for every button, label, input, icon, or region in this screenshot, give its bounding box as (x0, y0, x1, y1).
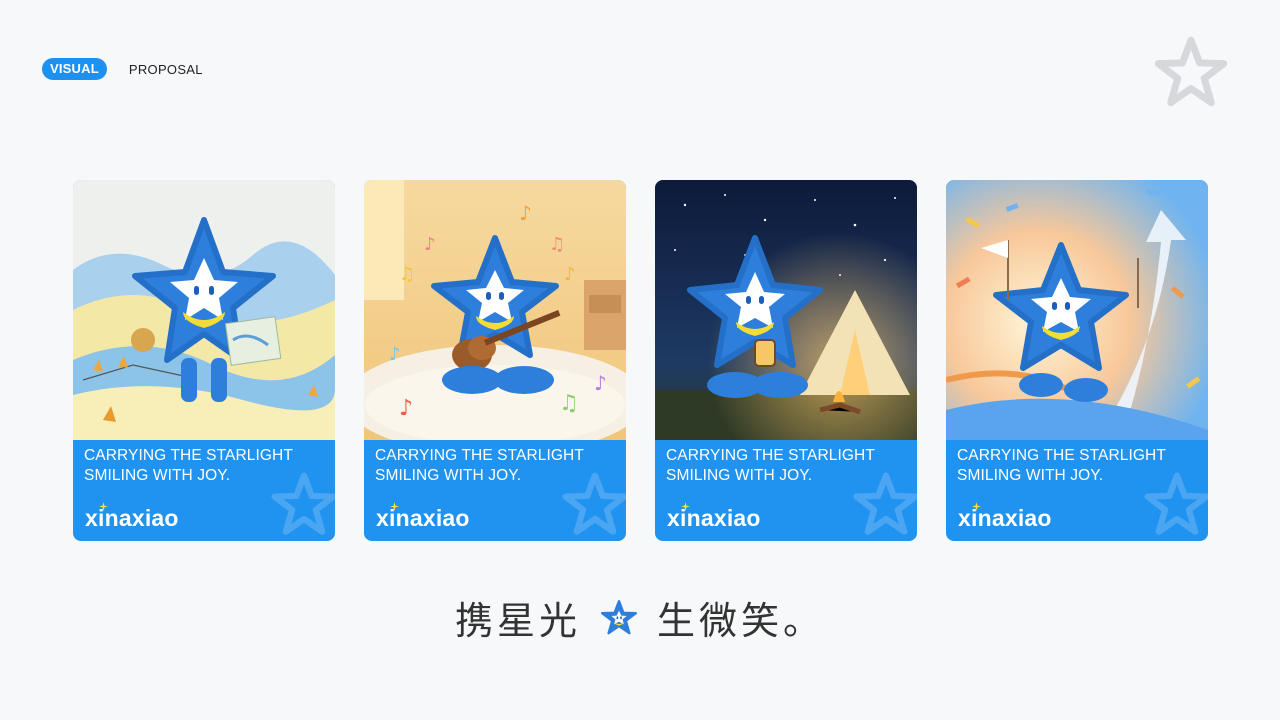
card-ukulele-music[interactable]: ♪ ♫ ♪ ♫ ♪ ♪ ♫ ♪ ♪ CARRYING THE STARLIGHT… (364, 180, 626, 541)
card-illustration (655, 180, 917, 440)
star-watermark-icon (562, 472, 626, 535)
svg-text:♫: ♫ (549, 234, 565, 255)
star-outline-icon (1154, 36, 1228, 107)
star-watermark-icon (853, 472, 917, 535)
sparkle-icon (99, 502, 108, 511)
caption-line-2: SMILING WITH JOY. (666, 467, 813, 484)
card-celebration-run[interactable]: CARRYING THE STARLIGHT SMILING WITH JOY.… (946, 180, 1208, 541)
svg-text:♪: ♪ (519, 201, 532, 225)
slogan: 携星光 生微笑。 (0, 590, 1280, 645)
star-watermark-icon (1144, 472, 1208, 535)
star-watermark-icon (271, 472, 335, 535)
caption-line-2: SMILING WITH JOY. (84, 467, 231, 484)
svg-text:♪: ♪ (424, 234, 436, 255)
caption-line-1: CARRYING THE STARLIGHT (957, 447, 1166, 464)
slogan-left: 携星光 (454, 599, 581, 643)
svg-text:♪: ♪ (389, 344, 401, 365)
svg-text:♪: ♪ (594, 371, 607, 395)
proposal-tag: PROPOSAL (128, 61, 203, 77)
caption-line-2: SMILING WITH JOY. (375, 467, 522, 484)
sparkle-icon (681, 502, 690, 511)
slogan-right: 生微笑。 (657, 599, 826, 643)
card-grid: CARRYING THE STARLIGHT SMILING WITH JOY.… (73, 180, 1208, 541)
card-illustration (946, 180, 1208, 440)
card-night-camping[interactable]: CARRYING THE STARLIGHT SMILING WITH JOY.… (655, 180, 917, 541)
caption-line-1: CARRYING THE STARLIGHT (375, 447, 584, 464)
card-map-explorer[interactable]: CARRYING THE STARLIGHT SMILING WITH JOY.… (73, 180, 335, 541)
caption-line-2: SMILING WITH JOY. (957, 467, 1104, 484)
svg-text:♫: ♫ (399, 264, 415, 285)
card-illustration (73, 180, 335, 440)
sparkle-icon (972, 502, 981, 511)
svg-text:♫: ♫ (559, 391, 579, 416)
caption-line-1: CARRYING THE STARLIGHT (84, 447, 293, 464)
svg-text:♪: ♪ (564, 264, 576, 285)
card-caption: CARRYING THE STARLIGHT SMILING WITH JOY. (957, 446, 1166, 486)
card-caption: CARRYING THE STARLIGHT SMILING WITH JOY. (666, 446, 875, 486)
svg-text:♪: ♪ (399, 396, 413, 421)
visual-tag[interactable]: VISUAL (42, 58, 107, 80)
card-caption: CARRYING THE STARLIGHT SMILING WITH JOY. (375, 446, 584, 486)
card-caption: CARRYING THE STARLIGHT SMILING WITH JOY. (84, 446, 293, 486)
caption-line-1: CARRYING THE STARLIGHT (666, 447, 875, 464)
header: VISUAL PROPOSAL (42, 58, 203, 80)
card-illustration: ♪ ♫ ♪ ♫ ♪ ♪ ♫ ♪ ♪ (364, 180, 626, 440)
sparkle-icon (390, 502, 399, 511)
star-mascot-icon (601, 599, 637, 634)
